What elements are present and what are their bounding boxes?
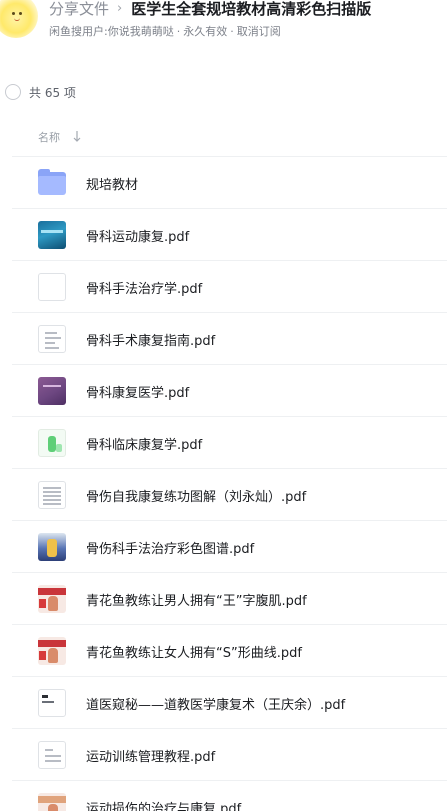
file-row[interactable]: 运动损伤的治疗与康复.pdf — [12, 781, 447, 811]
file-name: 骨伤科手法治疗彩色图谱.pdf — [86, 542, 255, 557]
file-row[interactable]: 骨科手法治疗学.pdf — [12, 261, 447, 313]
file-list: 规培教材 骨科运动康复.pdf 骨科手法治疗学.pdf 骨科手术康复指南.pdf… — [12, 157, 447, 811]
pdf-cover-icon — [38, 533, 66, 561]
file-row[interactable]: 规培教材 — [12, 157, 447, 209]
separator-dot: · — [230, 25, 234, 38]
chevron-right-icon: › — [117, 0, 123, 16]
file-row[interactable]: 骨科运动康复.pdf — [12, 209, 447, 261]
avatar-mouth-icon — [14, 18, 20, 21]
folder-icon — [38, 169, 66, 197]
file-row[interactable]: 骨科手术康复指南.pdf — [12, 313, 447, 365]
file-row[interactable]: 骨科康复医学.pdf — [12, 365, 447, 417]
avatar-eye-icon — [12, 12, 15, 15]
pdf-cover-icon — [38, 585, 66, 613]
unsubscribe-link[interactable]: 取消订阅 — [237, 25, 281, 38]
sharer-name: 闲鱼搜用户:你说我萌萌哒 — [49, 25, 174, 38]
file-row[interactable]: 青花鱼教练让男人拥有“王”字腹肌.pdf — [12, 573, 447, 625]
pdf-cover-icon — [38, 325, 66, 353]
file-name: 骨科运动康复.pdf — [86, 230, 190, 245]
file-name: 青花鱼教练让男人拥有“王”字腹肌.pdf — [86, 594, 307, 609]
pdf-cover-icon — [38, 741, 66, 769]
separator-dot: · — [176, 25, 181, 38]
share-info: 闲鱼搜用户:你说我萌萌哒 · 永久有效 · 取消订阅 — [49, 23, 281, 39]
pdf-cover-icon — [38, 429, 66, 457]
column-name-header[interactable]: 名称 — [38, 129, 60, 145]
breadcrumb: 分享文件 › 医学生全套规培教材高清彩色扫描版 — [49, 0, 371, 19]
breadcrumb-root-link[interactable]: 分享文件 — [49, 0, 109, 19]
avatar[interactable] — [0, 0, 38, 38]
item-count: 共 65 项 — [29, 85, 76, 100]
pdf-cover-icon — [38, 273, 66, 301]
share-header: 分享文件 › 医学生全套规培教材高清彩色扫描版 闲鱼搜用户:你说我萌萌哒 · 永久有… — [0, 0, 447, 48]
pdf-cover-icon — [38, 481, 66, 509]
page-title: 医学生全套规培教材高清彩色扫描版 — [131, 0, 372, 18]
pdf-cover-icon — [38, 377, 66, 405]
pdf-cover-icon — [38, 221, 66, 249]
expiry-text: 永久有效 — [183, 25, 228, 38]
arrow-down-icon[interactable] — [72, 129, 82, 143]
file-row[interactable]: 道医窥秘——道教医学康复术（王庆余）.pdf — [12, 677, 447, 729]
file-name: 骨伤自我康复练功图解（刘永灿）.pdf — [86, 490, 307, 505]
file-name: 骨科手法治疗学.pdf — [86, 282, 203, 297]
file-row[interactable]: 骨伤科手法治疗彩色图谱.pdf — [12, 521, 447, 573]
file-name: 运动损伤的治疗与康复.pdf — [86, 802, 242, 811]
pdf-cover-icon — [38, 793, 66, 811]
selection-bar: 共 65 项 — [5, 83, 76, 101]
column-header: 名称 — [12, 117, 447, 157]
avatar-eye-icon — [19, 12, 22, 15]
file-row[interactable]: 运动训练管理教程.pdf — [12, 729, 447, 781]
file-row[interactable]: 骨伤自我康复练功图解（刘永灿）.pdf — [12, 469, 447, 521]
file-name: 骨科手术康复指南.pdf — [86, 334, 216, 349]
file-row[interactable]: 青花鱼教练让女人拥有“S”形曲线.pdf — [12, 625, 447, 677]
file-name: 青花鱼教练让女人拥有“S”形曲线.pdf — [86, 646, 302, 661]
pdf-cover-icon — [38, 637, 66, 665]
file-name: 道医窥秘——道教医学康复术（王庆余）.pdf — [86, 698, 346, 713]
file-name: 骨科临床康复学.pdf — [86, 438, 203, 453]
file-name: 骨科康复医学.pdf — [86, 386, 190, 401]
select-all-checkbox[interactable] — [5, 84, 21, 100]
file-name: 规培教材 — [86, 178, 139, 193]
file-row[interactable]: 骨科临床康复学.pdf — [12, 417, 447, 469]
file-name: 运动训练管理教程.pdf — [86, 750, 216, 765]
pdf-cover-icon — [38, 689, 66, 717]
